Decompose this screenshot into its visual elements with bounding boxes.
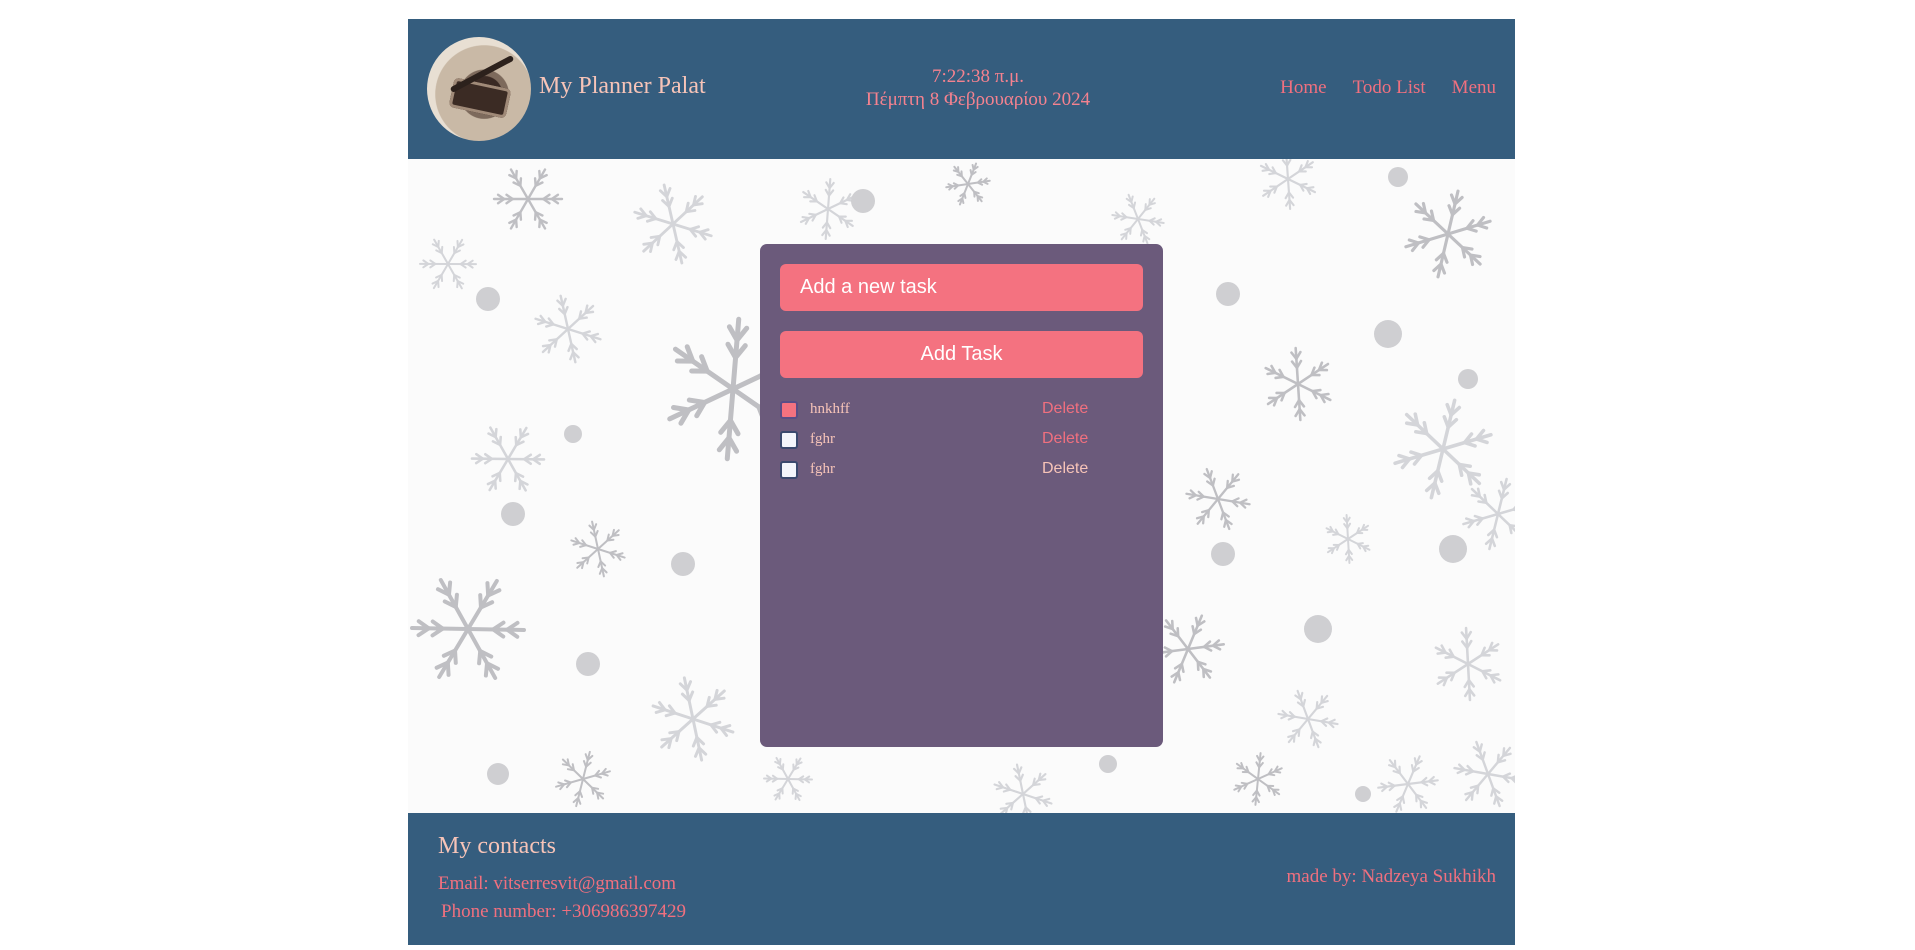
snow-dot-shape xyxy=(1388,167,1408,187)
snowflake-shape xyxy=(1264,346,1332,422)
snowflake-shape xyxy=(1434,626,1502,702)
snowflake-shape xyxy=(633,183,713,265)
page: My Planner Palat 7:22:38 π.μ. Πέμπτη 8 Φ… xyxy=(408,19,1515,945)
snow-dot-shape xyxy=(1211,542,1235,566)
snowflake-shape xyxy=(1404,189,1492,279)
clock-time: 7:22:38 π.μ. xyxy=(931,66,1025,87)
snowflake-shape xyxy=(1277,689,1339,749)
new-task-input[interactable] xyxy=(780,264,1143,311)
clock: 7:22:38 π.μ. Πέμπτη 8 Φεβρουαρίου 2024 xyxy=(838,65,1118,111)
nav-todo-list-link[interactable]: Todo List xyxy=(1353,77,1426,99)
snow-dot-shape xyxy=(1439,535,1467,563)
snow-dot-shape xyxy=(671,552,695,576)
snow-dot-shape xyxy=(1374,320,1402,348)
site-footer: My contacts Email: vitserresvit@gmail.co… xyxy=(408,813,1515,945)
task-list: hnkhff Delete fghr Delete fghr Delete xyxy=(780,394,1143,484)
task-delete-button[interactable]: Delete xyxy=(1042,460,1088,478)
snowflake-shape xyxy=(1377,755,1439,813)
snow-dot-shape xyxy=(476,287,500,311)
site-header: My Planner Palat 7:22:38 π.μ. Πέμπτη 8 Φ… xyxy=(408,19,1515,159)
snowflake-shape xyxy=(1233,752,1283,806)
clock-date: Πέμπτη 8 Φεβρουαρίου 2024 xyxy=(865,89,1091,110)
snowflake-shape xyxy=(1151,614,1225,684)
snow-dot-shape xyxy=(1099,755,1117,773)
nav-menu-link[interactable]: Menu xyxy=(1452,77,1496,99)
snowflake-shape xyxy=(993,763,1053,813)
snowflake-shape xyxy=(651,676,735,762)
task-text: fghr xyxy=(810,431,835,447)
snowflake-shape xyxy=(470,426,546,492)
snow-dot-shape xyxy=(851,189,875,213)
site-title: My Planner Palat xyxy=(539,73,706,99)
snowflake-shape xyxy=(1453,740,1515,808)
snowflake-shape xyxy=(1462,477,1515,551)
todo-card: Add Task hnkhff Delete fghr Delete fghr … xyxy=(760,244,1163,747)
snowflake-shape xyxy=(1393,398,1493,500)
snow-dot-shape xyxy=(1216,282,1240,306)
task-delete-button[interactable]: Delete xyxy=(1042,400,1088,418)
snow-dot-shape xyxy=(564,425,582,443)
task-row: hnkhff Delete xyxy=(780,394,1143,424)
snowflake-shape xyxy=(1111,193,1165,245)
snow-dot-shape xyxy=(1355,786,1371,802)
contact-email: Email: vitserresvit@gmail.com xyxy=(438,873,677,894)
contacts-title: My contacts xyxy=(438,833,556,859)
snowflake-shape xyxy=(570,520,626,578)
task-checkbox[interactable] xyxy=(780,401,798,419)
task-row: fghr Delete xyxy=(780,454,1143,484)
task-text: hnkhff xyxy=(810,401,850,417)
task-checkbox[interactable] xyxy=(780,461,798,479)
add-task-button[interactable]: Add Task xyxy=(780,331,1143,378)
task-delete-button[interactable]: Delete xyxy=(1042,430,1088,448)
snowflake-shape xyxy=(410,578,526,680)
contact-phone: Phone number: +306986397429 xyxy=(441,901,687,922)
nav-home-link[interactable]: Home xyxy=(1280,77,1326,99)
snow-dot-shape xyxy=(487,763,509,785)
main-nav: Home Todo List Menu xyxy=(1280,77,1496,99)
snowflake-shape xyxy=(492,168,564,230)
snowflake-shape xyxy=(1185,467,1251,531)
author-credits: made by: Nadzeya Sukhikh xyxy=(1286,866,1496,887)
snowflake-shape xyxy=(1325,514,1371,564)
snow-dot-shape xyxy=(1304,615,1332,643)
main-content: Add Task hnkhff Delete fghr Delete fghr … xyxy=(408,159,1515,813)
snowflake-shape xyxy=(799,178,857,240)
snowflake-shape xyxy=(555,750,611,808)
task-text: fghr xyxy=(810,461,835,477)
snowflake-shape xyxy=(763,756,813,802)
task-checkbox[interactable] xyxy=(780,431,798,449)
snowflake-shape xyxy=(1259,159,1317,210)
task-row: fghr Delete xyxy=(780,424,1143,454)
snow-dot-shape xyxy=(576,652,600,676)
snow-dot-shape xyxy=(501,502,525,526)
snowflake-shape xyxy=(419,238,477,290)
snowflake-shape xyxy=(534,294,602,364)
planner-logo-image xyxy=(427,37,531,141)
snowflake-shape xyxy=(945,162,991,206)
snow-dot-shape xyxy=(1458,369,1478,389)
